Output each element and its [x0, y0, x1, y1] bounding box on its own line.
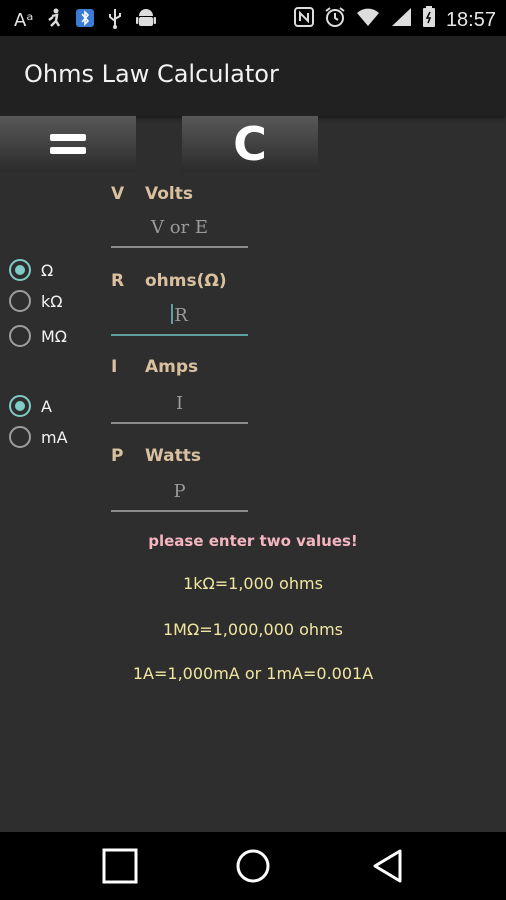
amps-input-placeholder: I — [175, 393, 184, 414]
circle-icon — [236, 849, 270, 883]
equals-icon — [50, 134, 86, 154]
nfc-icon — [293, 7, 314, 33]
watts-label: P Watts — [111, 446, 201, 466]
watts-input[interactable]: P — [111, 474, 248, 512]
radio-button[interactable] — [9, 395, 31, 417]
recents-button[interactable] — [102, 848, 138, 884]
android-icon — [135, 7, 157, 35]
amps-input[interactable]: I — [111, 386, 248, 424]
home-button[interactable] — [235, 848, 271, 884]
warning-message: please enter two values! — [148, 532, 358, 550]
amps-symbol: I — [111, 357, 118, 377]
radio-amp[interactable]: A — [9, 395, 52, 417]
ohms-symbol: R — [111, 271, 125, 291]
calculate-button[interactable] — [0, 116, 136, 172]
back-triangle-icon — [373, 849, 402, 883]
status-clock: 18:57 — [445, 9, 496, 31]
radio-kilohm[interactable]: kΩ — [9, 290, 63, 312]
wifi-icon — [356, 7, 380, 33]
volts-symbol: V — [111, 184, 125, 204]
volts-input-placeholder: V or E — [150, 217, 209, 238]
font-size-icon: Aᵃ — [14, 10, 34, 31]
battery-icon — [422, 6, 436, 34]
usb-icon — [107, 7, 123, 35]
amps-label: I Amps — [111, 357, 198, 377]
info-amp-conversion: 1A=1,000mA or 1mA=0.001A — [132, 664, 374, 683]
radio-button[interactable] — [9, 325, 31, 347]
volts-label: V Volts — [111, 184, 193, 204]
watts-label-text: Watts — [145, 446, 201, 466]
clear-button-label: C — [233, 117, 267, 171]
navigation-bar — [0, 832, 506, 900]
watts-symbol: P — [111, 446, 124, 466]
running-man-icon — [45, 8, 63, 34]
amps-label-text: Amps — [145, 357, 199, 377]
text-cursor — [171, 304, 174, 324]
ohms-label-text: ohms(Ω) — [145, 271, 227, 291]
bluetooth-icon — [75, 8, 95, 34]
app-bar: Ohms Law Calculator — [0, 36, 506, 116]
radio-ohm[interactable]: Ω — [9, 259, 53, 281]
back-button[interactable] — [370, 848, 406, 884]
radio-milliamp[interactable]: mA — [9, 426, 68, 448]
radio-label-ohm: Ω — [41, 260, 54, 280]
status-bar: Aᵃ 18:57 — [0, 0, 506, 36]
ohms-input[interactable]: R — [111, 298, 248, 336]
radio-label-megohm: MΩ — [41, 326, 68, 346]
ohms-label: Rohms(Ω) — [111, 271, 227, 291]
volts-label-text: Volts — [145, 184, 193, 204]
info-megohm: 1MΩ=1,000,000 ohms — [163, 620, 343, 639]
square-icon — [102, 848, 138, 884]
info-kilohm: 1kΩ=1,000 ohms — [183, 574, 323, 593]
radio-label-amp: A — [41, 396, 52, 416]
clear-button[interactable]: C — [182, 116, 318, 172]
radio-button[interactable] — [9, 426, 31, 448]
volts-input[interactable]: V or E — [111, 210, 248, 248]
radio-button[interactable] — [9, 259, 31, 281]
alarm-icon — [324, 6, 346, 34]
app-title: Ohms Law Calculator — [24, 60, 279, 88]
radio-label-milliamp: mA — [41, 427, 68, 447]
watts-input-placeholder: P — [173, 481, 186, 502]
signal-icon — [390, 7, 412, 33]
radio-megohm[interactable]: MΩ — [9, 325, 67, 347]
ohms-input-placeholder: R — [174, 305, 188, 326]
radio-label-kilohm: kΩ — [41, 291, 63, 311]
radio-button[interactable] — [9, 290, 31, 312]
